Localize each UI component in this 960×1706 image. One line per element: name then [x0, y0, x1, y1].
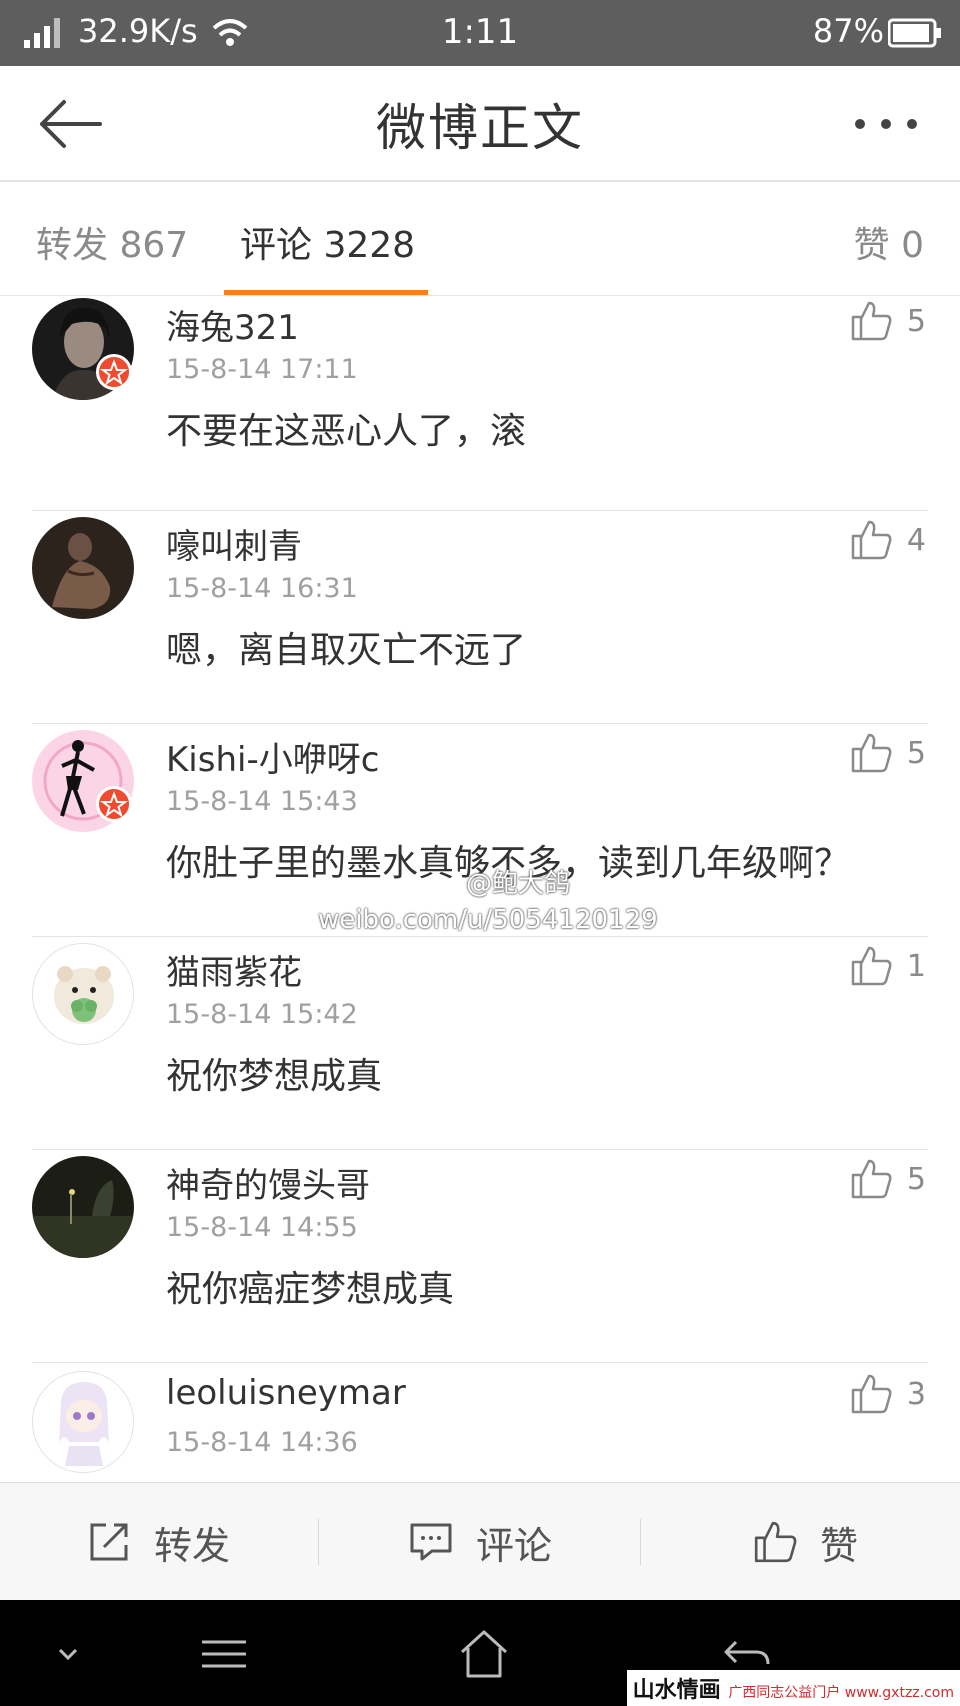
avatar[interactable] — [32, 1371, 134, 1473]
like-count: 5 — [906, 303, 926, 339]
thumbs-up-icon — [851, 301, 892, 341]
avatar[interactable] — [32, 1156, 134, 1258]
comment-timestamp: 15-8-14 15:42 — [166, 999, 358, 1030]
thumbs-up-icon — [851, 1374, 892, 1414]
watermark-handle: @鲍大鸽 — [466, 869, 571, 899]
site-watermark-sub: 广西同志公益门户 www.gxtzz.com — [728, 1685, 954, 1701]
thumbs-up-icon — [851, 946, 892, 986]
comment-timestamp: 15-8-14 15:43 — [166, 786, 358, 817]
like-count: 5 — [906, 735, 926, 771]
thumbs-up-icon — [851, 520, 892, 560]
comment-username[interactable]: 猫雨紫花 — [166, 945, 302, 994]
comment-username[interactable]: 神奇的馒头哥 — [166, 1158, 370, 1207]
avatar[interactable] — [32, 943, 134, 1045]
weibo-watermark: @鲍大鸽 weibo.com/u/5054120129 — [318, 866, 658, 938]
comment-text: 祝你癌症梦想成真 — [166, 1269, 455, 1310]
like-count: 3 — [906, 1376, 926, 1412]
like-count: 4 — [906, 522, 926, 558]
comment-text: 嗯，离自取灭亡不远了 — [166, 630, 527, 671]
battery-icon — [888, 18, 941, 48]
more-options-icon[interactable] — [852, 102, 920, 146]
menu-icon[interactable] — [196, 1626, 252, 1682]
comment-timestamp: 15-8-14 14:55 — [166, 1212, 358, 1243]
chevron-down-icon[interactable] — [40, 1626, 96, 1682]
like-count: 1 — [906, 948, 926, 984]
tab-comments[interactable]: 评论 3228 — [240, 216, 415, 268]
comment-item[interactable]: 海兔321 15-8-14 17:11 不要在这恶心人了，滚 5 — [0, 298, 960, 511]
tabs-bar: 转发 867 评论 3228 赞 0 — [0, 184, 960, 296]
divider — [318, 1519, 319, 1565]
comment-timestamp: 15-8-14 14:36 — [166, 1427, 358, 1458]
comment-username[interactable]: 海兔321 — [166, 300, 299, 349]
like-button[interactable]: 赞 — [752, 1483, 858, 1601]
comment-timestamp: 15-8-14 16:31 — [166, 573, 358, 604]
like-count: 5 — [906, 1161, 926, 1197]
tab-repost[interactable]: 转发 867 — [36, 216, 188, 268]
site-watermark-name: 山水情画 — [632, 1678, 721, 1703]
share-icon — [90, 1523, 128, 1561]
comment-timestamp: 15-8-14 17:11 — [166, 354, 358, 385]
comment-label: 评论 — [476, 1523, 553, 1568]
comment-like-button[interactable]: 4 — [849, 517, 926, 563]
comment-item[interactable]: 神奇的馒头哥 15-8-14 14:55 祝你癌症梦想成真 5 — [0, 1150, 960, 1363]
verified-badge-icon — [96, 786, 132, 822]
title-bar: 微博正文 — [0, 66, 960, 182]
comment-item[interactable]: leoluisneymar 15-8-14 14:36 3 — [0, 1363, 960, 1482]
comment-item[interactable]: 嚎叫刺青 15-8-14 16:31 嗯，离自取灭亡不远了 4 — [0, 511, 960, 724]
navigation-bar: 山水情画 广西同志公益门户 www.gxtzz.com — [0, 1600, 960, 1706]
comment-text: 不要在这恶心人了，滚 — [166, 411, 527, 452]
watermark-url: weibo.com/u/5054120129 — [318, 905, 658, 935]
comment-item[interactable]: 猫雨紫花 15-8-14 15:42 祝你梦想成真 1 — [0, 937, 960, 1150]
comment-username[interactable]: leoluisneymar — [166, 1373, 406, 1413]
comment-like-button[interactable]: 5 — [849, 298, 926, 344]
repost-label: 转发 — [154, 1523, 231, 1568]
thumbs-up-icon — [851, 1159, 892, 1199]
divider — [640, 1519, 641, 1565]
comment-button[interactable]: 评论 — [408, 1483, 552, 1601]
tab-likes[interactable]: 赞 0 — [854, 216, 924, 268]
verified-badge-icon — [96, 354, 132, 390]
avatar[interactable] — [32, 517, 134, 619]
active-tab-indicator — [224, 290, 428, 295]
comment-username[interactable]: 嚎叫刺青 — [166, 519, 302, 568]
comment-icon — [410, 1523, 452, 1561]
comment-like-button[interactable]: 3 — [849, 1371, 926, 1417]
comment-like-button[interactable]: 5 — [849, 1156, 926, 1202]
action-bar: 转发 评论 赞 — [0, 1482, 960, 1600]
comment-text: 祝你梦想成真 — [166, 1056, 383, 1097]
status-bar: 32.9K/s 1:11 87% — [0, 0, 960, 66]
home-icon[interactable] — [456, 1626, 512, 1682]
thumbs-up-icon — [754, 1521, 797, 1563]
comment-like-button[interactable]: 1 — [849, 943, 926, 989]
page-title: 微博正文 — [376, 99, 584, 157]
battery-percent: 87% — [812, 12, 884, 50]
comment-like-button[interactable]: 5 — [849, 730, 926, 776]
site-watermark: 山水情画 广西同志公益门户 www.gxtzz.com — [626, 1670, 960, 1706]
comment-username[interactable]: Kishi-小咿呀c — [166, 732, 379, 781]
repost-button[interactable]: 转发 — [86, 1483, 230, 1601]
thumbs-up-icon — [851, 733, 892, 773]
like-label: 赞 — [820, 1523, 859, 1568]
